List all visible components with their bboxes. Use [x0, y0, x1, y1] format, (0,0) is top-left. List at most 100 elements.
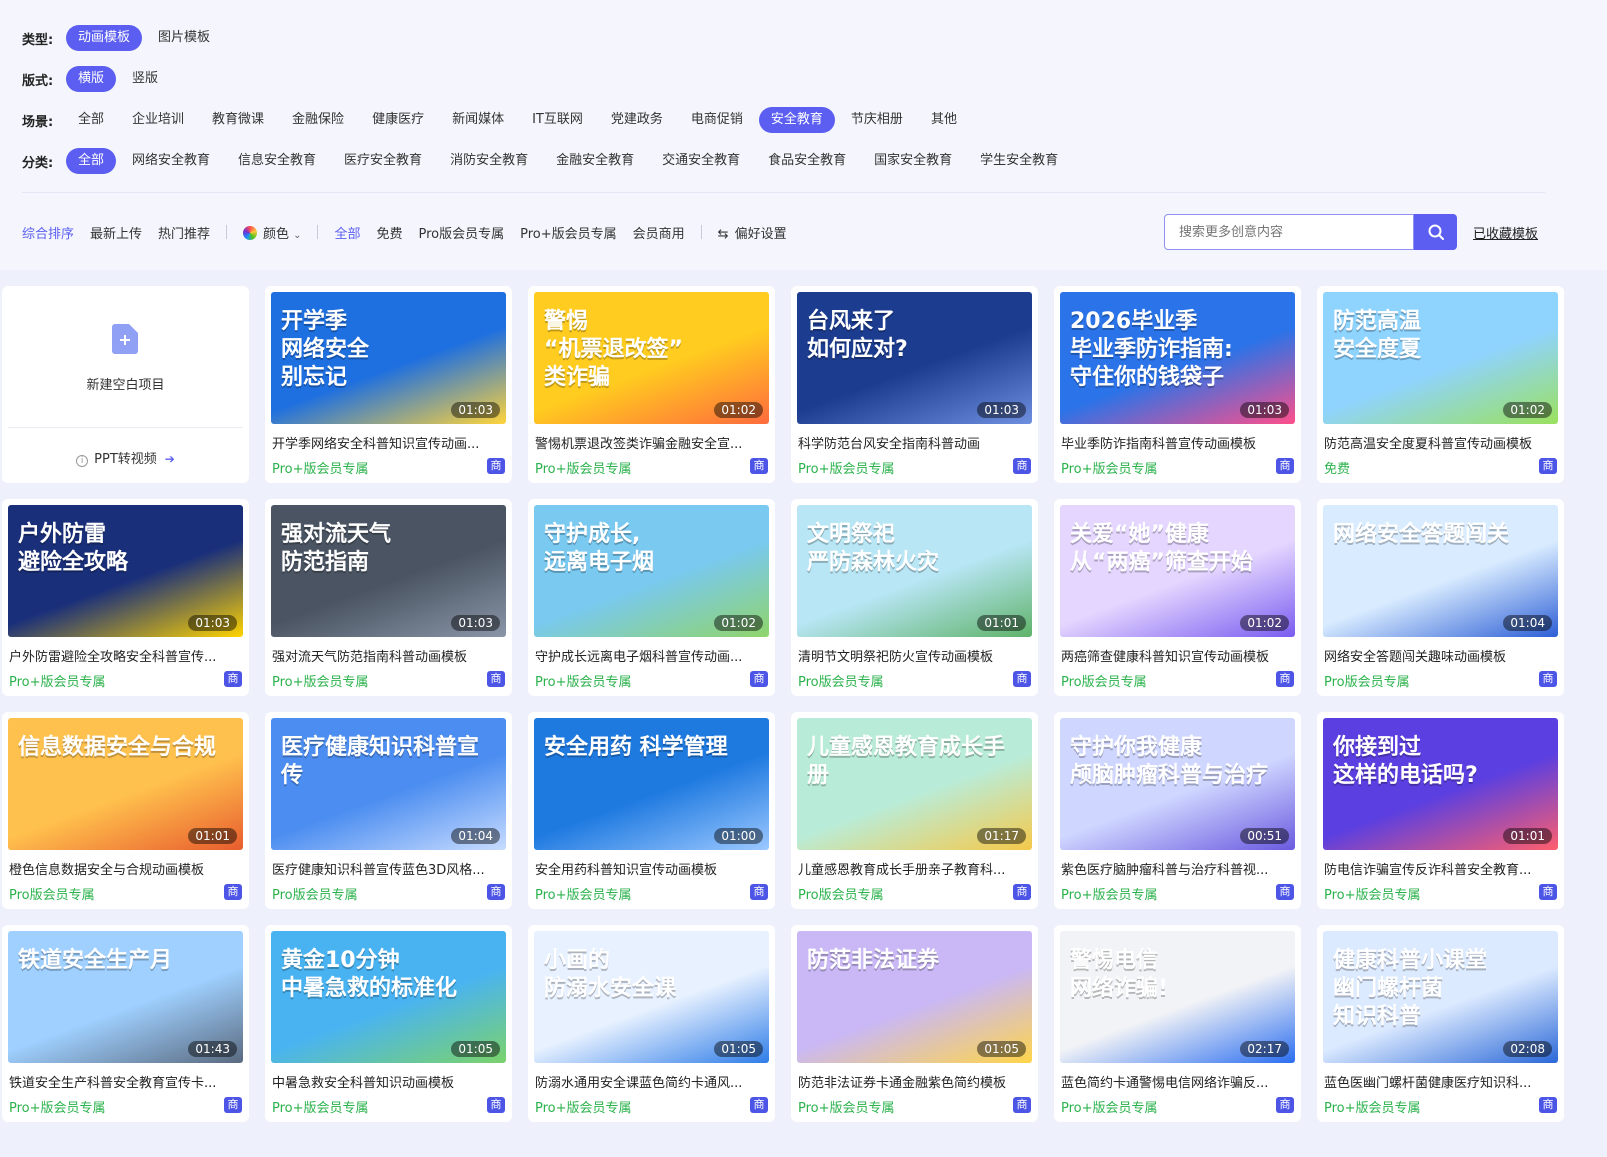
scene-chip[interactable]: 节庆相册 [839, 107, 915, 133]
scene-chip[interactable]: 健康医疗 [360, 107, 436, 133]
template-title[interactable]: 户外防雷避险全攻略安全科普宣传... [9, 646, 243, 665]
template-title[interactable]: 蓝色医幽门螺杆菌健康医疗知识科... [1324, 1072, 1558, 1091]
template-title[interactable]: 守护成长远离电子烟科普宣传动画... [535, 646, 769, 665]
template-thumbnail[interactable]: 守护你我健康 颅脑肿瘤科普与治疗 00:51 [1060, 718, 1295, 850]
template-card[interactable]: 儿童感恩教育成长手册 01:17 儿童感恩教育成长手册亲子教育科... Pro版会员专… [791, 712, 1038, 909]
search-input[interactable] [1164, 214, 1414, 250]
scene-chip[interactable]: IT互联网 [520, 107, 595, 133]
template-title[interactable]: 医疗健康知识科普宣传蓝色3D风格... [272, 859, 506, 878]
template-title[interactable]: 安全用药科普知识宣传动画模板 [535, 859, 769, 878]
favorites-link[interactable]: 已收藏模板 [1473, 223, 1538, 242]
template-title[interactable]: 蓝色简约卡通警惕电信网络诈骗反... [1061, 1072, 1295, 1091]
price-all[interactable]: 全部 [334, 223, 360, 242]
template-card[interactable]: 小画的 防溺水安全课 01:05 防溺水通用安全课蓝色简约卡通风... Pro+版会员… [528, 925, 775, 1122]
template-card[interactable]: 2026毕业季 毕业季防诈指南: 守住你的钱袋子 01:03 毕业季防诈指南科普宣传… [1054, 286, 1301, 483]
template-card[interactable]: 铁道安全生产月 01:43 铁道安全生产科普安全教育宣传卡... Pro+版会员专属 商 [2, 925, 249, 1122]
type-chip[interactable]: 动画模板 [66, 25, 143, 51]
scene-chip[interactable]: 电商促销 [679, 107, 755, 133]
template-thumbnail[interactable]: 户外防雷 避险全攻略 01:03 [8, 505, 243, 637]
preference-settings-button[interactable]: ⇆ 偏好设置 [718, 223, 787, 242]
scene-chip[interactable]: 其他 [919, 107, 969, 133]
template-title[interactable]: 科学防范台风安全指南科普动画 [798, 433, 1032, 452]
category-chip[interactable]: 交通安全教育 [650, 148, 752, 174]
template-title[interactable]: 中暑急救安全科普知识动画模板 [272, 1072, 506, 1091]
template-title[interactable]: 清明节文明祭祀防火宣传动画模板 [798, 646, 1032, 665]
template-card[interactable]: 安全用药 科学管理 01:00 安全用药科普知识宣传动画模板 Pro+版会员专属 商 [528, 712, 775, 909]
category-chip[interactable]: 国家安全教育 [862, 148, 964, 174]
template-title[interactable]: 防溺水通用安全课蓝色简约卡通风... [535, 1072, 769, 1091]
template-title[interactable]: 网络安全答题闯关趣味动画模板 [1324, 646, 1558, 665]
template-card[interactable]: 户外防雷 避险全攻略 01:03 户外防雷避险全攻略安全科普宣传... Pro+版会员… [2, 499, 249, 696]
template-title[interactable]: 毕业季防诈指南科普宣传动画模板 [1061, 433, 1295, 452]
template-thumbnail[interactable]: 2026毕业季 毕业季防诈指南: 守住你的钱袋子 01:03 [1060, 292, 1295, 424]
template-title[interactable]: 开学季网络安全科普知识宣传动画... [272, 433, 506, 452]
scene-chip[interactable]: 全部 [66, 107, 116, 133]
template-thumbnail[interactable]: 防范非法证券 01:05 [797, 931, 1032, 1063]
template-thumbnail[interactable]: 警惕 “机票退改签” 类诈骗 01:02 [534, 292, 769, 424]
price-pro-plus[interactable]: Pro+版会员专属 [520, 223, 617, 242]
template-title[interactable]: 紫色医疗脑肿瘤科普与治疗科普视... [1061, 859, 1295, 878]
category-chip[interactable]: 金融安全教育 [544, 148, 646, 174]
template-thumbnail[interactable]: 警惕电信 网络诈骗! 02:17 [1060, 931, 1295, 1063]
template-card[interactable]: 信息数据安全与合规 01:01 橙色信息数据安全与合规动画模板 Pro版会员专属 商 [2, 712, 249, 909]
price-pro[interactable]: Pro版会员专属 [418, 223, 504, 242]
price-free[interactable]: 免费 [376, 223, 402, 242]
template-thumbnail[interactable]: 儿童感恩教育成长手册 01:17 [797, 718, 1032, 850]
category-chip[interactable]: 网络安全教育 [120, 148, 222, 174]
template-title[interactable]: 防电信诈骗宣传反诈科普安全教育... [1324, 859, 1558, 878]
template-card[interactable]: 防范高温 安全度夏 01:02 防范高温安全度夏科普宣传动画模板 免费 商 [1317, 286, 1564, 483]
template-card[interactable]: 防范非法证券 01:05 防范非法证券卡通金融紫色简约模板 Pro+版会员专属 商 [791, 925, 1038, 1122]
template-title[interactable]: 强对流天气防范指南科普动画模板 [272, 646, 506, 665]
template-thumbnail[interactable]: 安全用药 科学管理 01:00 [534, 718, 769, 850]
scene-chip[interactable]: 金融保险 [280, 107, 356, 133]
category-chip[interactable]: 食品安全教育 [756, 148, 858, 174]
template-thumbnail[interactable]: 文明祭祀 严防森林火灾 01:01 [797, 505, 1032, 637]
template-card[interactable]: 开学季 网络安全 别忘记 01:03 开学季网络安全科普知识宣传动画... Pro+版… [265, 286, 512, 483]
template-thumbnail[interactable]: 防范高温 安全度夏 01:02 [1323, 292, 1558, 424]
category-chip[interactable]: 全部 [66, 148, 117, 174]
new-blank-project-card[interactable]: 新建空白项目 i PPT转视频 ➔ [2, 286, 249, 483]
ppt-to-video-link[interactable]: i PPT转视频 ➔ [2, 448, 249, 467]
template-card[interactable]: 守护成长, 远离电子烟 01:02 守护成长远离电子烟科普宣传动画... Pro+版会… [528, 499, 775, 696]
template-card[interactable]: 台风来了 如何应对? 01:03 科学防范台风安全指南科普动画 Pro+版会员专属 商 [791, 286, 1038, 483]
template-thumbnail[interactable]: 小画的 防溺水安全课 01:05 [534, 931, 769, 1063]
sort-hot[interactable]: 热门推荐 [158, 223, 210, 242]
scene-chip[interactable]: 新闻媒体 [440, 107, 516, 133]
scene-chip[interactable]: 企业培训 [120, 107, 196, 133]
template-title[interactable]: 两癌筛查健康科普知识宣传动画模板 [1061, 646, 1295, 665]
template-card[interactable]: 守护你我健康 颅脑肿瘤科普与治疗 00:51 紫色医疗脑肿瘤科普与治疗科普视... P… [1054, 712, 1301, 909]
template-thumbnail[interactable]: 医疗健康知识科普宣传 01:04 [271, 718, 506, 850]
category-chip[interactable]: 医疗安全教育 [332, 148, 434, 174]
template-thumbnail[interactable]: 信息数据安全与合规 01:01 [8, 718, 243, 850]
scene-chip[interactable]: 安全教育 [758, 107, 835, 133]
template-card[interactable]: 健康科普小课堂 幽门螺杆菌 知识科普 02:08 蓝色医幽门螺杆菌健康医疗知识科..… [1317, 925, 1564, 1122]
template-thumbnail[interactable]: 网络安全答题闯关 01:04 [1323, 505, 1558, 637]
template-title[interactable]: 警惕机票退改签类诈骗金融安全宣... [535, 433, 769, 452]
template-thumbnail[interactable]: 开学季 网络安全 别忘记 01:03 [271, 292, 506, 424]
template-card[interactable]: 关爱“她”健康 从“两癌”筛查开始 01:02 两癌筛查健康科普知识宣传动画模板 Pr… [1054, 499, 1301, 696]
template-thumbnail[interactable]: 守护成长, 远离电子烟 01:02 [534, 505, 769, 637]
template-title[interactable]: 铁道安全生产科普安全教育宣传卡... [9, 1072, 243, 1091]
template-thumbnail[interactable]: 铁道安全生产月 01:43 [8, 931, 243, 1063]
template-card[interactable]: 警惕 “机票退改签” 类诈骗 01:02 警惕机票退改签类诈骗金融安全宣... Pro… [528, 286, 775, 483]
template-card[interactable]: 文明祭祀 严防森林火灾 01:01 清明节文明祭祀防火宣传动画模板 Pro版会员专属 商 [791, 499, 1038, 696]
template-title[interactable]: 橙色信息数据安全与合规动画模板 [9, 859, 243, 878]
template-title[interactable]: 防范高温安全度夏科普宣传动画模板 [1324, 433, 1558, 452]
category-chip[interactable]: 消防安全教育 [438, 148, 540, 174]
template-title[interactable]: 防范非法证券卡通金融紫色简约模板 [798, 1072, 1032, 1091]
template-card[interactable]: 你接到过 这样的电话吗? 01:01 防电信诈骗宣传反诈科普安全教育... Pro+版… [1317, 712, 1564, 909]
scene-chip[interactable]: 党建政务 [599, 107, 675, 133]
template-thumbnail[interactable]: 你接到过 这样的电话吗? 01:01 [1323, 718, 1558, 850]
template-thumbnail[interactable]: 关爱“她”健康 从“两癌”筛查开始 01:02 [1060, 505, 1295, 637]
category-chip[interactable]: 信息安全教育 [226, 148, 328, 174]
color-filter-dropdown[interactable]: 颜色 ⌄ [243, 223, 301, 242]
template-card[interactable]: 网络安全答题闯关 01:04 网络安全答题闯关趣味动画模板 Pro版会员专属 商 [1317, 499, 1564, 696]
template-title[interactable]: 儿童感恩教育成长手册亲子教育科... [798, 859, 1032, 878]
template-thumbnail[interactable]: 健康科普小课堂 幽门螺杆菌 知识科普 02:08 [1323, 931, 1558, 1063]
layout-chip[interactable]: 竖版 [120, 66, 170, 92]
type-chip[interactable]: 图片模板 [146, 25, 222, 51]
search-button[interactable] [1414, 214, 1457, 250]
template-card[interactable]: 医疗健康知识科普宣传 01:04 医疗健康知识科普宣传蓝色3D风格... Pro版会员… [265, 712, 512, 909]
sort-latest[interactable]: 最新上传 [90, 223, 142, 242]
category-chip[interactable]: 学生安全教育 [968, 148, 1070, 174]
